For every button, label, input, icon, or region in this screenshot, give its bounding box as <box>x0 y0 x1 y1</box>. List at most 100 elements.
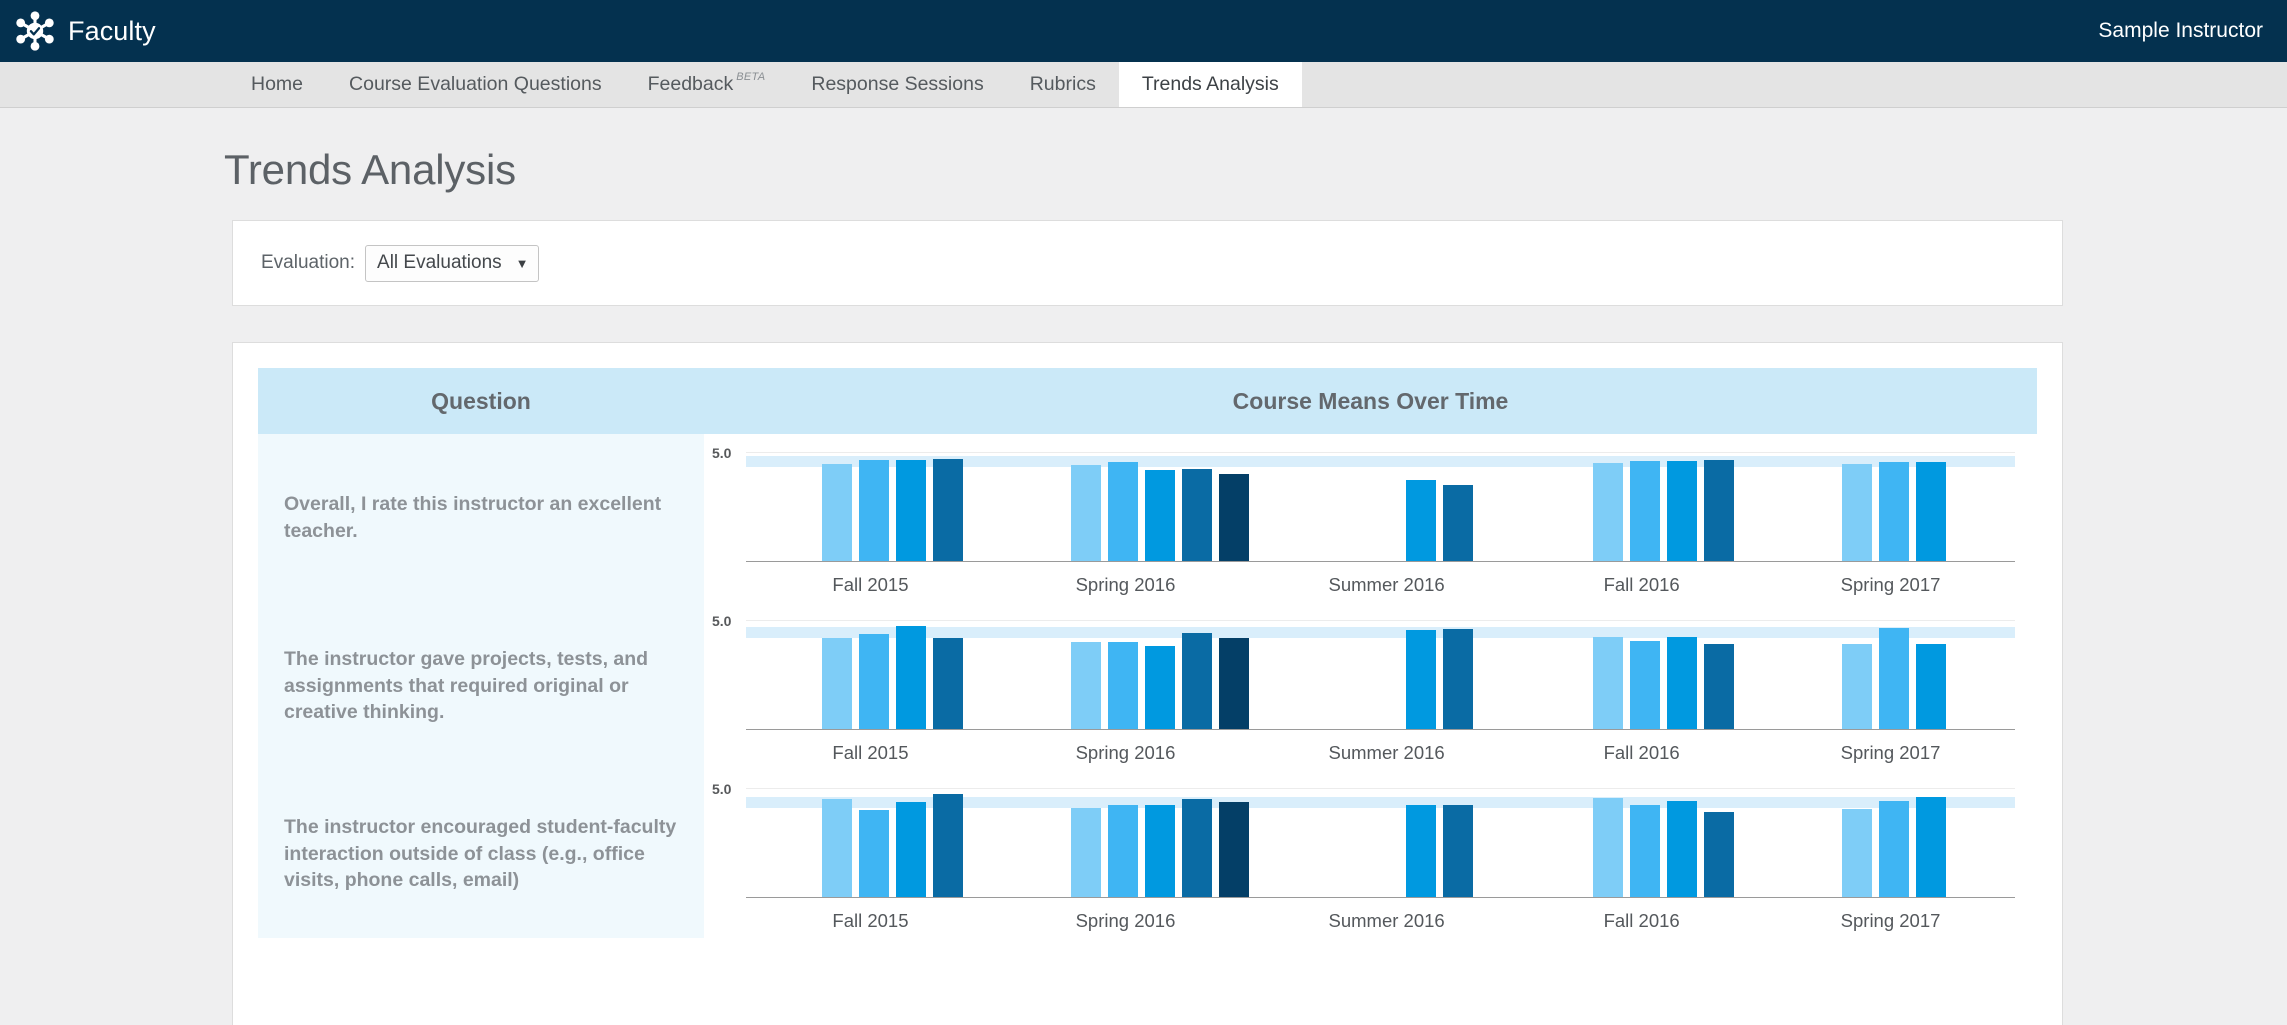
user-menu[interactable]: Sample Instructor <box>2098 19 2263 43</box>
bar[interactable] <box>1879 800 1910 898</box>
bar-group: Fall 2016 <box>1517 620 1766 763</box>
bar[interactable] <box>1667 637 1698 730</box>
bar[interactable] <box>1704 460 1735 562</box>
tab-home[interactable]: Home <box>228 62 326 107</box>
question-text: Overall, I rate this instructor an excel… <box>284 493 662 542</box>
tab-feedback-label: Feedback <box>647 73 734 95</box>
bar[interactable] <box>1443 485 1474 562</box>
trends-table-panel: Question Course Means Over Time Overall,… <box>232 342 2063 1025</box>
plot-area: Fall 2015 Spring 2016 Summer 2016 Fall 2016… <box>746 620 2015 763</box>
tab-feedback-beta-badge: BETA <box>736 71 766 83</box>
bar[interactable] <box>933 794 964 898</box>
chevron-down-icon: ▼ <box>515 255 529 271</box>
bar[interactable] <box>1842 644 1873 730</box>
bar-group: Fall 2016 <box>1517 788 1766 931</box>
tab-trends-analysis[interactable]: Trends Analysis <box>1118 62 1302 107</box>
bar[interactable] <box>1842 808 1873 898</box>
bar[interactable] <box>896 460 927 562</box>
bar[interactable] <box>1443 805 1474 898</box>
bar[interactable] <box>1406 629 1437 730</box>
bar[interactable] <box>1667 461 1698 562</box>
tab-feedback[interactable]: Feedback BETA <box>625 62 789 107</box>
tab-course-evaluation-questions-label: Course Evaluation Questions <box>349 73 602 95</box>
bar[interactable] <box>1145 646 1176 730</box>
bar[interactable] <box>1219 638 1250 730</box>
bar[interactable] <box>1916 796 1947 898</box>
bar[interactable] <box>1182 799 1213 898</box>
brand-home-link[interactable]: Faculty <box>0 10 156 52</box>
bar[interactable] <box>1630 461 1661 562</box>
x-axis-tick-label: Fall 2016 <box>1603 742 1680 763</box>
bar[interactable] <box>1406 480 1437 562</box>
x-axis-tick-label: Summer 2016 <box>1328 910 1445 931</box>
bar[interactable] <box>1219 474 1250 562</box>
bar[interactable] <box>1108 805 1139 898</box>
question-cell: Overall, I rate this instructor an excel… <box>258 434 704 602</box>
bar[interactable] <box>933 459 964 562</box>
bar[interactable] <box>822 799 853 898</box>
bar[interactable] <box>1182 468 1213 562</box>
column-header-course-means: Course Means Over Time <box>1232 387 1509 414</box>
x-axis-tick-label: Fall 2015 <box>832 910 909 931</box>
bar[interactable] <box>1630 804 1661 898</box>
bar[interactable] <box>1071 465 1102 562</box>
bar[interactable] <box>859 810 890 898</box>
bar[interactable] <box>1593 463 1624 562</box>
bar[interactable] <box>1667 801 1698 898</box>
bar[interactable] <box>1593 637 1624 730</box>
tab-response-sessions-label: Response Sessions <box>811 73 984 95</box>
bar[interactable] <box>1443 629 1474 730</box>
bar[interactable] <box>859 633 890 730</box>
question-text: The instructor gave projects, tests, and… <box>284 647 649 724</box>
bar[interactable] <box>1145 470 1176 562</box>
column-header-question: Question <box>431 387 531 414</box>
top-header-bar: Faculty Sample Instructor <box>0 0 2287 62</box>
bar[interactable] <box>1842 464 1873 562</box>
bar[interactable] <box>1108 642 1139 730</box>
bar[interactable] <box>1630 640 1661 730</box>
bar-group: Summer 2016 <box>1256 620 1517 763</box>
y-axis-tick-label: 5.0 <box>712 781 732 797</box>
bar[interactable] <box>1145 805 1176 898</box>
bar[interactable] <box>933 638 964 730</box>
bar[interactable] <box>1593 797 1624 898</box>
bar[interactable] <box>1182 633 1213 730</box>
bar-group: Spring 2017 <box>1766 620 2015 763</box>
tab-response-sessions[interactable]: Response Sessions <box>788 62 1006 107</box>
bar[interactable] <box>1071 642 1102 730</box>
bar[interactable] <box>1916 461 1947 562</box>
chart-cell: 5.0 Fall 2015 Spring 2016 Summer 2016 Fall 2… <box>704 770 2037 938</box>
x-axis-line <box>746 897 2015 898</box>
x-axis-tick-label: Fall 2015 <box>832 742 909 763</box>
bar[interactable] <box>1219 801 1250 898</box>
bar[interactable] <box>1879 461 1910 562</box>
tab-course-evaluation-questions[interactable]: Course Evaluation Questions <box>326 62 625 107</box>
table-row: The instructor gave projects, tests, and… <box>258 602 2037 770</box>
y-axis-tick-label: 5.0 <box>712 613 732 629</box>
bar[interactable] <box>896 801 927 898</box>
bar[interactable] <box>822 638 853 730</box>
x-axis-tick-label: Fall 2015 <box>832 574 909 595</box>
bar[interactable] <box>1406 805 1437 898</box>
plot-area: Fall 2015 Spring 2016 Summer 2016 Fall 2016… <box>746 788 2015 931</box>
x-axis-tick-label: Summer 2016 <box>1328 574 1445 595</box>
question-cell: The instructor gave projects, tests, and… <box>258 602 704 770</box>
bar[interactable] <box>859 460 890 562</box>
bar[interactable] <box>1071 807 1102 898</box>
x-axis-tick-label: Spring 2016 <box>1075 574 1176 595</box>
tab-rubrics[interactable]: Rubrics <box>1007 62 1119 107</box>
bar[interactable] <box>1916 644 1947 730</box>
bar[interactable] <box>1879 628 1910 730</box>
bar[interactable] <box>1108 461 1139 562</box>
brand-title: Faculty <box>68 15 156 46</box>
bar-group: Fall 2015 <box>746 620 995 763</box>
table-row: The instructor encouraged student-facult… <box>258 770 2037 938</box>
question-text: The instructor encouraged student-facult… <box>284 815 677 892</box>
bar[interactable] <box>1704 811 1735 898</box>
x-axis-tick-label: Summer 2016 <box>1328 742 1445 763</box>
bar[interactable] <box>1704 644 1735 730</box>
bar[interactable] <box>896 626 927 730</box>
bar[interactable] <box>822 464 853 562</box>
evaluation-select[interactable]: All Evaluations ▼ <box>365 244 539 282</box>
tab-rubrics-label: Rubrics <box>1029 73 1096 95</box>
